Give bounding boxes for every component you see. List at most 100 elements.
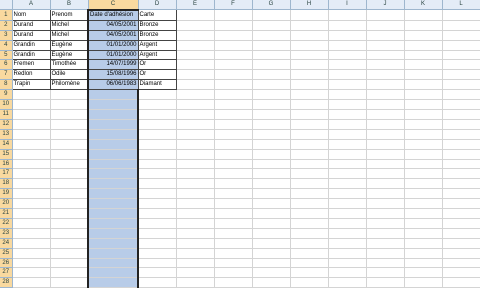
cell-c19[interactable] <box>87 188 139 200</box>
cell-g14[interactable] <box>252 139 291 150</box>
cell-j17[interactable] <box>366 168 405 180</box>
cell-g1[interactable] <box>252 9 291 21</box>
cell-l5[interactable] <box>442 50 480 61</box>
cell-d22[interactable] <box>138 218 177 229</box>
cell-i8[interactable] <box>328 79 367 91</box>
cell-a15[interactable] <box>12 149 51 160</box>
cell-c17[interactable] <box>87 168 139 180</box>
cell-a22[interactable] <box>12 218 51 229</box>
cell-a25[interactable] <box>12 248 51 259</box>
cell-j9[interactable] <box>366 89 405 101</box>
cell-b9[interactable] <box>50 89 89 101</box>
column-header-i[interactable]: I <box>328 0 367 11</box>
column-header-j[interactable]: J <box>366 0 405 11</box>
cell-a7[interactable]: Redlon <box>11 69 51 81</box>
cell-e22[interactable] <box>176 218 215 229</box>
cell-d20[interactable] <box>138 198 177 210</box>
cell-h9[interactable] <box>290 89 329 101</box>
column-header-b[interactable]: B <box>50 0 89 11</box>
cell-d14[interactable] <box>138 139 177 150</box>
cell-f4[interactable] <box>214 40 253 51</box>
cell-f17[interactable] <box>214 168 253 180</box>
cell-k28[interactable] <box>404 277 443 288</box>
cell-e3[interactable] <box>176 30 215 41</box>
cell-b14[interactable] <box>50 139 89 150</box>
cell-a12[interactable] <box>12 119 51 130</box>
cell-c18[interactable] <box>87 178 139 190</box>
cell-f20[interactable] <box>214 198 253 210</box>
cell-k13[interactable] <box>404 129 443 140</box>
cell-a9[interactable] <box>12 89 51 101</box>
cell-g2[interactable] <box>252 20 291 31</box>
cell-c24[interactable] <box>87 238 139 249</box>
cell-h18[interactable] <box>290 178 329 190</box>
column-header-g[interactable]: G <box>252 0 291 11</box>
cell-a19[interactable] <box>12 188 51 200</box>
cell-k17[interactable] <box>404 168 443 180</box>
cell-e24[interactable] <box>176 238 215 249</box>
cell-f12[interactable] <box>214 119 253 130</box>
cell-b19[interactable] <box>50 188 89 200</box>
cell-a4[interactable]: Grandin <box>11 40 51 51</box>
cell-k20[interactable] <box>404 198 443 210</box>
cell-a28[interactable] <box>12 277 51 288</box>
cell-d18[interactable] <box>138 178 177 190</box>
cell-f24[interactable] <box>214 238 253 249</box>
cell-b18[interactable] <box>50 178 89 190</box>
cell-e2[interactable] <box>176 20 215 31</box>
column-header-a[interactable]: A <box>12 0 51 11</box>
cell-h19[interactable] <box>290 188 329 200</box>
cell-f2[interactable] <box>214 20 253 31</box>
cell-e14[interactable] <box>176 139 215 150</box>
cell-c6[interactable]: 14/07/1999 <box>87 59 139 71</box>
cell-k16[interactable] <box>404 159 443 170</box>
cell-h10[interactable] <box>290 99 329 110</box>
cell-h20[interactable] <box>290 198 329 210</box>
cell-g25[interactable] <box>252 248 291 259</box>
cell-k22[interactable] <box>404 218 443 229</box>
cell-h12[interactable] <box>290 119 329 130</box>
cell-a11[interactable] <box>12 109 51 120</box>
cell-h22[interactable] <box>290 218 329 229</box>
cell-b12[interactable] <box>50 119 89 130</box>
cell-h28[interactable] <box>290 277 329 288</box>
cell-l6[interactable] <box>442 59 480 71</box>
cell-l13[interactable] <box>442 129 480 140</box>
cell-a18[interactable] <box>12 178 51 190</box>
cell-j28[interactable] <box>366 277 405 288</box>
row-header[interactable]: 22 <box>0 218 13 229</box>
cell-j12[interactable] <box>366 119 405 130</box>
cell-h24[interactable] <box>290 238 329 249</box>
cell-i10[interactable] <box>328 99 367 110</box>
cell-g23[interactable] <box>252 228 291 239</box>
cell-e6[interactable] <box>176 59 215 71</box>
cell-a20[interactable] <box>12 198 51 210</box>
cell-f22[interactable] <box>214 218 253 229</box>
cell-c9[interactable] <box>87 89 139 101</box>
cell-l1[interactable] <box>442 9 480 21</box>
cell-b7[interactable]: Odile <box>50 69 89 81</box>
cell-h7[interactable] <box>290 69 329 81</box>
cell-j19[interactable] <box>366 188 405 200</box>
cell-j13[interactable] <box>366 129 405 140</box>
cell-j26[interactable] <box>366 258 405 269</box>
cell-d17[interactable] <box>138 168 177 180</box>
cell-f6[interactable] <box>214 59 253 71</box>
cell-b8[interactable]: Philomène <box>50 79 89 91</box>
cell-a23[interactable] <box>12 228 51 239</box>
cell-b15[interactable] <box>50 149 89 160</box>
cell-l26[interactable] <box>442 258 480 269</box>
cell-j6[interactable] <box>366 59 405 71</box>
cell-c14[interactable] <box>87 139 139 150</box>
cell-e18[interactable] <box>176 178 215 190</box>
cell-l20[interactable] <box>442 198 480 210</box>
cell-l7[interactable] <box>442 69 480 81</box>
cell-b27[interactable] <box>50 267 89 279</box>
cell-f28[interactable] <box>214 277 253 288</box>
cell-k11[interactable] <box>404 109 443 120</box>
cell-k12[interactable] <box>404 119 443 130</box>
cell-h13[interactable] <box>290 129 329 140</box>
cell-b21[interactable] <box>50 208 89 219</box>
cell-g24[interactable] <box>252 238 291 249</box>
cell-g3[interactable] <box>252 30 291 41</box>
